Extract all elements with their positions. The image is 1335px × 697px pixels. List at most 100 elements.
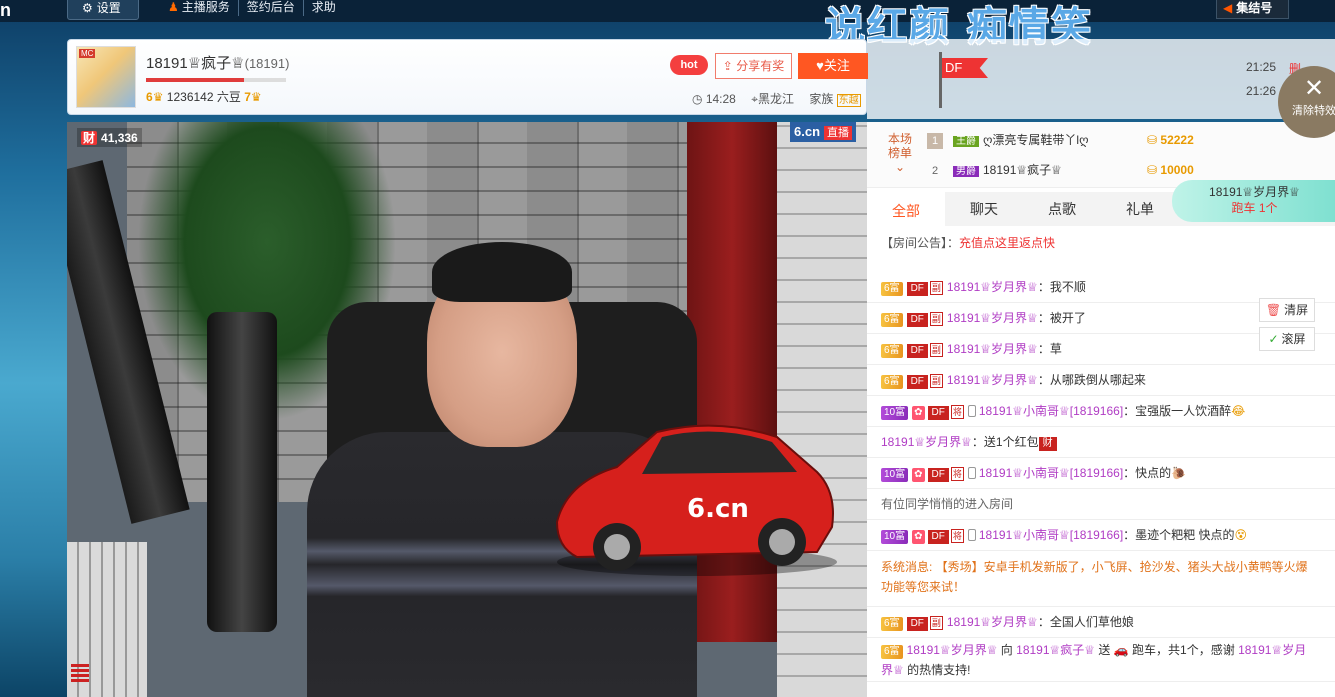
chat-user[interactable]: 18191♕岁月界♕ xyxy=(881,435,972,449)
notice-link[interactable]: 充值点这里返点快 xyxy=(959,236,1055,250)
df-badge: DF xyxy=(927,468,949,482)
info-extension-bg xyxy=(867,39,1335,119)
tab-all[interactable]: 全部 xyxy=(867,192,945,226)
wealth-level: 10富 xyxy=(881,468,909,482)
level-left: 6♛ xyxy=(146,90,163,104)
chat-text: 草 xyxy=(1049,342,1062,356)
level-row: 6♛ 1236142 六豆 7♛ xyxy=(146,88,262,105)
chat-colon: ： xyxy=(1037,373,1050,387)
top-nav: ♟ 主播服务 签约后台 求助 xyxy=(168,0,344,16)
timestamp: 21:26 xyxy=(1246,84,1277,98)
gift-send-word: 送 xyxy=(1098,643,1111,657)
chat-colon: ： xyxy=(1037,342,1050,356)
brand-badge: 6.cn 直播 xyxy=(790,122,857,142)
tab-chat[interactable]: 聊天 xyxy=(945,192,1023,226)
level-left-num: 6 xyxy=(146,90,153,104)
chat-text: 快点的 xyxy=(1135,466,1172,480)
star-icon: ✿ xyxy=(912,530,925,544)
noble-badge: 王爵 xyxy=(953,136,979,147)
rank-badge: 副 xyxy=(929,312,943,326)
nav-anchor-service[interactable]: ♟ 主播服务 xyxy=(168,0,239,16)
chat-colon: ： xyxy=(971,435,984,449)
df-badge: DF xyxy=(927,406,949,420)
anchor-info-bar: MC 18191♕疯子♕(18191) 6♛ 1236142 六豆 7♛ hot… xyxy=(67,39,868,115)
df-badge: DF xyxy=(906,282,928,296)
rank-badge: 副 xyxy=(929,374,943,388)
chat-message: 10富 ✿ DF 将 18191♕小南哥♕[1819166]：墨迹个粑粑 快点的😵 xyxy=(867,520,1335,551)
chat-text: 送1个红包 xyxy=(983,435,1039,449)
follow-button[interactable]: ♥关注 xyxy=(798,53,868,79)
car-gift-icon: 🚗 xyxy=(1113,643,1129,657)
chat-text: 宝强版一人饮酒醉 xyxy=(1135,404,1232,418)
phone-icon xyxy=(967,467,976,479)
rank-row[interactable]: 1 王爵 ღ漂亮专属鞋带丫lღ ⛁ 52222 xyxy=(927,126,1227,154)
share-button[interactable]: ⇪ 分享有奖 xyxy=(715,53,792,79)
snail-emoji-icon: 🐌 xyxy=(1171,466,1187,480)
chat-user[interactable]: 18191♕岁月界♕ xyxy=(947,342,1038,356)
live-time: 14:28 xyxy=(705,92,736,106)
follow-label: 关注 xyxy=(823,58,850,73)
rank-row[interactable]: 2 男爵 18191♕疯子♕ ⛁ 10000 xyxy=(927,156,1227,184)
gift-receiver[interactable]: 18191♕疯子♕ xyxy=(1016,643,1095,657)
ranking-label[interactable]: 本场 榜单 ⌄ xyxy=(885,132,915,174)
chat-user[interactable]: 18191♕岁月界♕ xyxy=(947,311,1038,325)
top-bar: n ⚙ 设置 ♟ 主播服务 签约后台 求助 ◀ 集结号 xyxy=(0,0,1335,22)
anchor-avatar[interactable]: MC xyxy=(76,46,136,108)
streamer-hair xyxy=(432,242,572,302)
chat-text: 我不顺 xyxy=(1049,280,1086,294)
chat-user[interactable]: 18191♕小南哥♕ xyxy=(979,466,1070,480)
clear-screen-button[interactable]: 🗑 清屏 xyxy=(1259,298,1315,322)
chat-message: 18191♕岁月界♕：送1个红包财 xyxy=(867,427,1335,458)
rank-user: 18191♕疯子♕ xyxy=(983,163,1062,177)
wealth-level: 10富 xyxy=(881,530,909,544)
df-badge: DF xyxy=(927,530,949,544)
level-right: 7♛ xyxy=(244,90,261,104)
anchor-icon: ♟ xyxy=(168,0,179,14)
gift-tail: 的热情支持! xyxy=(907,663,971,677)
chat-user[interactable]: 18191♕小南哥♕ xyxy=(979,404,1070,418)
tab-songs[interactable]: 点歌 xyxy=(1023,192,1101,226)
family-tag[interactable]: 东越 xyxy=(836,94,861,107)
gift-sender[interactable]: 18191♕岁月界♕ xyxy=(907,643,998,657)
chat-text: 从哪跌倒从哪起来 xyxy=(1049,373,1146,387)
rally-label: 集结号 xyxy=(1236,1,1273,15)
df-badge: DF xyxy=(906,344,928,358)
df-badge: DF xyxy=(906,617,928,631)
anchor-name-text: 18191♕疯子♕ xyxy=(146,55,245,72)
chat-text: 被开了 xyxy=(1049,311,1086,325)
nav-label: 主播服务 xyxy=(181,0,230,14)
chat-text: 全国人们草他娘 xyxy=(1049,615,1134,629)
nav-contract-backend[interactable]: 签约后台 xyxy=(239,0,304,16)
microphone xyxy=(207,312,277,632)
danmu-icon[interactable] xyxy=(71,662,89,682)
tab-gifts[interactable]: 礼单 xyxy=(1101,192,1179,226)
red-packet-icon[interactable]: 财 xyxy=(1038,437,1057,451)
share-label: 分享有奖 xyxy=(736,59,785,73)
nav-label: 签约后台 xyxy=(246,0,295,14)
wealth-level: 6富 xyxy=(881,313,903,327)
live-video[interactable]: 6.cn 财 41,336 6.cn 直播 xyxy=(67,122,867,697)
rank-badge: 将 xyxy=(950,467,964,481)
chat-user[interactable]: 18191♕小南哥♕ xyxy=(979,528,1070,542)
mc-badge: MC xyxy=(79,49,96,58)
settings-button[interactable]: ⚙ 设置 xyxy=(67,0,139,20)
enter-notice: 有位同学悄悄的进入房间 xyxy=(881,497,1014,511)
ranking-label-1: 本场 xyxy=(887,132,912,146)
face-emoji-icon: 😵 xyxy=(1234,528,1248,542)
sports-car-gift: 6.cn xyxy=(555,424,837,576)
chat-user[interactable]: 18191♕岁月界♕ xyxy=(947,280,1038,294)
rally-button[interactable]: ◀ 集结号 xyxy=(1216,0,1289,19)
race-car-name: 跑车 xyxy=(1231,201,1256,215)
scroll-screen-label: 滚屏 xyxy=(1281,332,1306,346)
scroll-screen-button[interactable]: ✓ 滚屏 xyxy=(1259,327,1315,351)
site-logo[interactable]: n xyxy=(0,0,18,22)
nav-help[interactable]: 求助 xyxy=(304,0,344,16)
chat-user[interactable]: 18191♕岁月界♕ xyxy=(947,373,1038,387)
star-icon: ✿ xyxy=(912,468,925,482)
chat-message: 6富 DF 副 18191♕岁月界♕：全国人们草他娘 xyxy=(867,607,1335,638)
chat-user[interactable]: 18191♕岁月界♕ xyxy=(947,615,1038,629)
race-car-banner[interactable]: 18191♕岁月界♕ 跑车 1个 xyxy=(1172,180,1335,222)
clear-effects-label: 清除特效 xyxy=(1292,105,1335,117)
ranking: 本场 榜单 ⌄ 1 王爵 ღ漂亮专属鞋带丫lღ ⛁ 52222 2 男爵 18191♕疯… xyxy=(867,122,1335,188)
hot-button[interactable]: hot xyxy=(670,55,708,75)
